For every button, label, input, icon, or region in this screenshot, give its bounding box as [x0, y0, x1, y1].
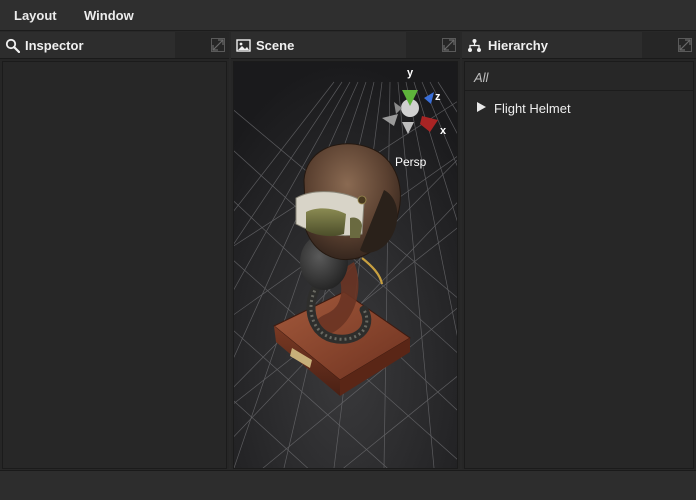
inspector-title: Inspector — [25, 38, 84, 53]
projection-label[interactable]: Persp — [395, 155, 427, 169]
maximize-icon — [442, 38, 456, 52]
maximize-icon — [211, 38, 225, 52]
hierarchy-panel: Hierarchy All Flight Helmet — [462, 32, 696, 469]
scene-title: Scene — [256, 38, 295, 53]
scene-maximize-button[interactable] — [406, 32, 460, 58]
inspector-maximize-button[interactable] — [175, 32, 229, 58]
hierarchy-filter-text: All — [474, 70, 489, 85]
maximize-icon — [678, 38, 692, 52]
hierarchy-body: All Flight Helmet — [464, 61, 694, 469]
scene-viewport[interactable]: y z x Persp — [234, 62, 457, 468]
inspector-panel: Inspector — [0, 32, 229, 469]
search-icon — [5, 38, 20, 53]
menu-window[interactable]: Window — [84, 8, 134, 23]
gizmo-x-label: x — [440, 125, 447, 137]
hierarchy-icon — [468, 39, 481, 52]
status-bar — [0, 470, 696, 500]
hierarchy-item-label: Flight Helmet — [494, 101, 571, 116]
scene-header: Scene — [231, 32, 460, 59]
hierarchy-item[interactable]: Flight Helmet — [465, 98, 693, 118]
gizmo-y-label: y — [407, 67, 414, 79]
gizmo-z-label: z — [435, 91, 441, 103]
hierarchy-header: Hierarchy — [462, 32, 696, 59]
inspector-body — [2, 61, 227, 469]
menu-layout[interactable]: Layout — [14, 8, 57, 23]
inspector-header: Inspector — [0, 32, 229, 59]
hierarchy-maximize-button[interactable] — [642, 32, 696, 58]
expand-arrow-icon[interactable] — [477, 102, 486, 112]
scene-panel: Scene y z x Persp — [231, 32, 460, 469]
scene-viewport-frame: y z x Persp — [233, 61, 458, 469]
image-icon — [236, 39, 251, 52]
menu-bar: Layout Window — [0, 0, 696, 31]
hierarchy-title: Hierarchy — [488, 38, 548, 53]
hierarchy-filter[interactable]: All — [465, 62, 693, 91]
